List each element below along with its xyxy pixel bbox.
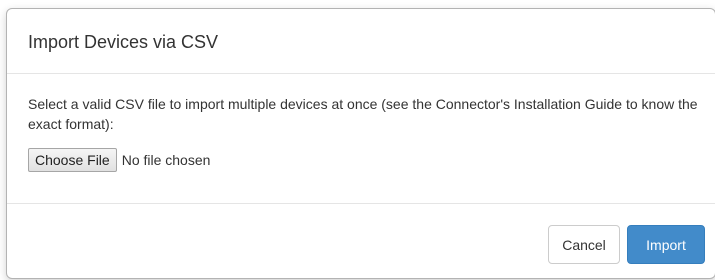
choose-file-button[interactable]: Choose File	[28, 148, 117, 172]
file-input[interactable]: Choose File No file chosen	[28, 148, 700, 172]
dialog-title: Import Devices via CSV	[28, 32, 219, 52]
cancel-button[interactable]: Cancel	[548, 225, 620, 264]
dialog-description: Select a valid CSV file to import multip…	[28, 96, 698, 132]
file-status-text: No file chosen	[121, 152, 211, 168]
dialog-header: Import Devices via CSV	[7, 9, 715, 74]
dialog-footer: Cancel Import	[7, 204, 715, 278]
dialog-body: Select a valid CSV file to import multip…	[7, 74, 715, 204]
import-button[interactable]: Import	[627, 225, 705, 264]
import-devices-dialog: Import Devices via CSV Select a valid CS…	[6, 8, 715, 279]
